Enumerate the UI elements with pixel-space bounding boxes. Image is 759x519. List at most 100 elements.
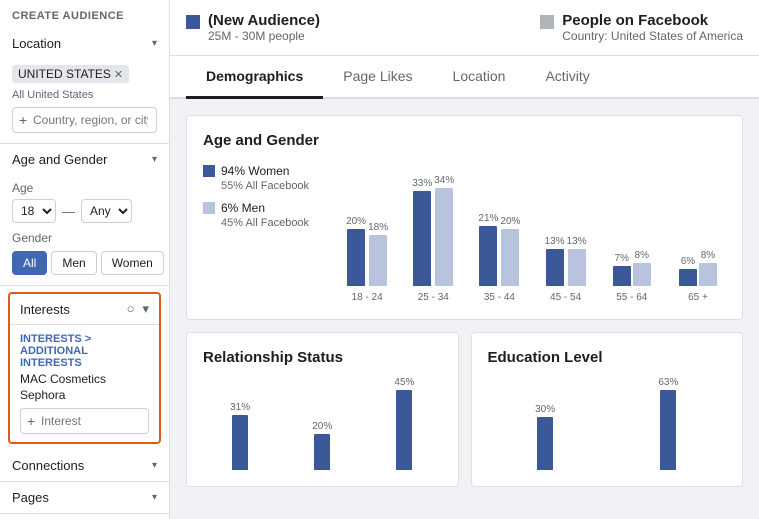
gender-women-button[interactable]: Women xyxy=(101,251,164,275)
age-row: 18 — Any xyxy=(12,199,157,223)
interests-item-2: Sephora xyxy=(20,388,149,402)
people-fb-country: Country: United States of America xyxy=(562,29,743,43)
interests-input[interactable] xyxy=(20,408,149,434)
men-color-swatch xyxy=(203,202,215,214)
people-fb-card: People on Facebook Country: United State… xyxy=(540,12,743,43)
gender-all-button[interactable]: All xyxy=(12,251,47,275)
bar-pair-65plus: 6% 8% xyxy=(679,250,717,286)
main-content: (New Audience) 25M - 30M people People o… xyxy=(170,0,759,519)
bar-pair-45-54: 13% 13% xyxy=(545,236,587,286)
connections-label: Connections xyxy=(12,458,84,473)
women-bar-18-24: 20% xyxy=(346,216,366,286)
pages-section: Pages ▾ xyxy=(0,482,169,514)
education-title: Education Level xyxy=(488,349,727,366)
location-content: UNITED STATES ✕ All United States xyxy=(0,59,169,143)
age-to-select[interactable]: Any xyxy=(81,199,132,223)
bar-label-25-34: 25 - 34 xyxy=(418,292,449,303)
women-color-swatch xyxy=(203,165,215,177)
interests-icons: ○ ▾ xyxy=(127,301,149,317)
gender-label: Gender xyxy=(12,231,157,245)
rel-bar-pair-3: 45% xyxy=(394,377,414,470)
interests-input-wrapper xyxy=(20,408,149,434)
demographics-panel: Age and Gender 94% Women 55% All Faceboo… xyxy=(170,99,759,515)
create-audience-header: CREATE AUDIENCE xyxy=(0,0,169,28)
men-fb-pct: 45% All Facebook xyxy=(221,217,309,229)
education-card: Education Level 30% xyxy=(471,332,744,487)
rel-dark-bar-2 xyxy=(314,434,330,470)
men-bar-55-64-fill xyxy=(633,263,651,286)
bottom-charts: Relationship Status 31% xyxy=(186,332,743,499)
pages-label: Pages xyxy=(12,490,49,505)
new-audience-icon xyxy=(186,15,200,29)
edu-bar-pair-1: 30% xyxy=(535,404,555,470)
men-bar-18-24: 18% xyxy=(368,222,388,286)
connections-header[interactable]: Connections ▾ xyxy=(0,450,169,481)
bar-group-55-64: 7% 8% 55 - 64 xyxy=(604,250,660,303)
location-section-header[interactable]: Location ▾ xyxy=(0,28,169,59)
bar-label-65plus: 65 + xyxy=(688,292,708,303)
bar-group-45-54: 13% 13% 45 - 54 xyxy=(538,236,594,303)
age-gender-header[interactable]: Age and Gender ▾ xyxy=(0,144,169,175)
women-bar-18-24-fill xyxy=(347,229,365,286)
age-gender-title: Age and Gender xyxy=(203,132,726,149)
age-gender-card: Age and Gender 94% Women 55% All Faceboo… xyxy=(186,115,743,320)
chart-legend: 94% Women 55% All Facebook 6% Men 45% Al… xyxy=(203,163,323,291)
men-bar-25-34: 34% xyxy=(434,175,454,286)
audience-header: (New Audience) 25M - 30M people People o… xyxy=(170,0,759,56)
women-bar-65plus-fill xyxy=(679,269,697,286)
women-bar-35-44: 21% xyxy=(478,213,498,286)
age-bar-chart: 20% 18% 18 - 24 xyxy=(339,163,726,303)
women-bar-65plus: 6% xyxy=(679,256,697,286)
men-bar-25-34-fill xyxy=(435,188,453,286)
bar-group-25-34: 33% 34% 25 - 34 xyxy=(405,175,461,303)
tab-page-likes[interactable]: Page Likes xyxy=(323,56,432,99)
location-chevron-icon: ▾ xyxy=(152,38,157,49)
connections-chevron-icon: ▾ xyxy=(152,460,157,471)
interests-header[interactable]: Interests ○ ▾ xyxy=(10,294,159,325)
legend-men: 6% Men 45% All Facebook xyxy=(203,200,323,229)
location-input[interactable] xyxy=(12,107,157,133)
men-bar-35-44-fill xyxy=(501,229,519,286)
people-fb-icon xyxy=(540,15,554,29)
tab-activity[interactable]: Activity xyxy=(525,56,609,99)
interests-chevron-icon: ▾ xyxy=(142,301,149,317)
women-legend-text: 94% Women 55% All Facebook xyxy=(221,163,309,192)
age-gender-label: Age and Gender xyxy=(12,152,107,167)
tab-demographics[interactable]: Demographics xyxy=(186,56,323,99)
us-tag: UNITED STATES ✕ xyxy=(12,65,129,83)
age-from-select[interactable]: 18 xyxy=(12,199,56,223)
bar-pair-55-64: 7% 8% xyxy=(613,250,651,286)
bar-group-35-44: 21% 20% 35 - 44 xyxy=(471,213,527,303)
bar-label-18-24: 18 - 24 xyxy=(352,292,383,303)
gender-men-button[interactable]: Men xyxy=(51,251,96,275)
women-bar-55-64: 7% xyxy=(613,253,631,286)
us-tag-remove[interactable]: ✕ xyxy=(114,68,123,81)
men-bar-18-24-fill xyxy=(369,235,387,286)
sidebar: CREATE AUDIENCE Location ▾ UNITED STATES… xyxy=(0,0,170,519)
education-bar-chart: 30% 63% xyxy=(488,380,727,470)
pages-header[interactable]: Pages ▾ xyxy=(0,482,169,513)
men-bar-65plus: 8% xyxy=(699,250,717,286)
age-dash: — xyxy=(62,204,75,219)
edu-bar-2: 63% xyxy=(611,377,726,470)
edu-dark-bar-1 xyxy=(537,417,553,470)
interests-content: INTERESTS > ADDITIONAL INTERESTS MAC Cos… xyxy=(10,325,159,442)
men-bar-45-54-fill xyxy=(568,249,586,286)
men-pct-label: 6% Men xyxy=(221,200,309,217)
rel-bar-pair-2: 20% xyxy=(312,421,332,470)
location-label: Location xyxy=(12,36,61,51)
people-fb-info: People on Facebook Country: United State… xyxy=(562,12,743,43)
men-bar-55-64: 8% xyxy=(633,250,651,286)
women-bar-35-44-fill xyxy=(479,226,497,286)
edu-bar-pair-2: 63% xyxy=(658,377,678,470)
new-audience-size: 25M - 30M people xyxy=(208,29,320,43)
rel-bar-1: 31% xyxy=(203,402,277,470)
all-united-states: All United States xyxy=(12,89,157,101)
women-fb-pct: 55% All Facebook xyxy=(221,180,309,192)
rel-dark-bar-3 xyxy=(396,390,412,470)
interests-circle-icon: ○ xyxy=(127,301,135,317)
bar-label-55-64: 55 - 64 xyxy=(616,292,647,303)
tab-location[interactable]: Location xyxy=(433,56,526,99)
bar-pair-18-24: 20% 18% xyxy=(346,216,388,286)
people-connected-section: People Connected to People Not Connected… xyxy=(0,514,169,519)
